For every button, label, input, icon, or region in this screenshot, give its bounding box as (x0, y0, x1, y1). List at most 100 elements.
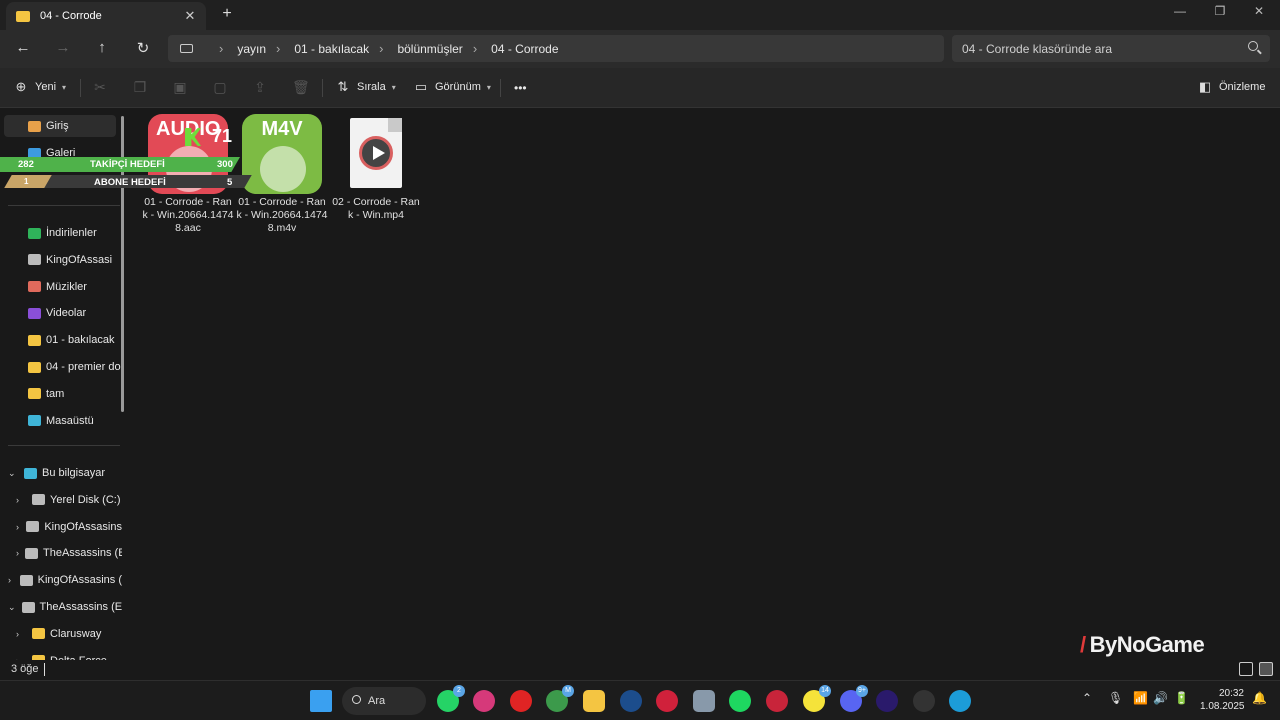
chevron-down-icon[interactable]: ⌄ (8, 602, 16, 613)
sidebar-item[interactable]: Giriş (4, 115, 116, 137)
snapchat-icon[interactable]: 14 (803, 685, 831, 712)
sidebar-item[interactable]: › KingOfAssasins ( (8, 569, 122, 591)
start-icon[interactable] (310, 690, 332, 712)
view-button[interactable]: ▭ Görünüm ▾ (414, 79, 491, 94)
file-item[interactable]: 02 - Corrode - Rank - Win.mp4 (330, 114, 422, 222)
back-button[interactable]: ← (13, 39, 33, 56)
search-icon (352, 695, 361, 704)
volume-icon[interactable]: 🔊 (1153, 691, 1168, 705)
cut-icon[interactable]: ✂ (92, 79, 108, 95)
obs-icon[interactable] (913, 690, 935, 712)
sidebar-item[interactable]: › Yerel Disk (C:) (16, 489, 122, 511)
file-explorer-icon[interactable] (583, 690, 605, 712)
new-button[interactable]: ⊕ Yeni ▾ (14, 79, 66, 94)
sort-icon: ⇅ (337, 79, 349, 94)
chevron-up-icon[interactable]: ⌃ (1082, 691, 1092, 705)
sidebar-item[interactable]: ›Delta Force (16, 650, 122, 660)
search-input[interactable]: 04 - Corrode klasöründe ara (952, 35, 1270, 62)
search-label: Ara (368, 695, 386, 707)
share-icon[interactable]: ⇪ (252, 79, 268, 95)
copy-icon[interactable]: ❐ (132, 79, 148, 95)
youtube-music-icon[interactable] (510, 690, 532, 712)
breadcrumb-item[interactable]: 01 - bakılacak (294, 42, 369, 56)
sidebar-item-label: KingOfAssasins (44, 520, 122, 533)
address-bar[interactable]: › yayın › 01 - bakılacak › bölünmüşler ›… (168, 35, 944, 62)
wifi-icon[interactable]: 📶 (1133, 691, 1148, 705)
sort-button[interactable]: ⇅ Sırala ▾ (336, 79, 396, 94)
chevron-right-icon[interactable]: › (16, 629, 26, 639)
sidebar-item[interactable]: › TheAssassins (E (16, 542, 122, 564)
chevron-down-icon[interactable]: ⌄ (8, 468, 18, 479)
forward-button[interactable]: → (53, 39, 73, 56)
chevron-right-icon[interactable]: › (16, 548, 19, 558)
details-view-button[interactable] (1239, 662, 1253, 676)
computer-icon (24, 467, 37, 479)
sidebar-item[interactable]: 04 - premier dos (28, 356, 122, 378)
breadcrumb-item[interactable]: 04 - Corrode (491, 42, 558, 56)
close-window-button[interactable]: ✕ (1249, 4, 1269, 18)
paste-icon[interactable]: ▣ (172, 79, 188, 95)
bynogame-watermark: / ByNoGame (1080, 632, 1205, 658)
command-bar: ⊕ Yeni ▾ ✂ ❐ ▣ ▢ ⇪ 🗑 ⇅ Sırala ▾ ▭ Görünü… (0, 68, 1280, 108)
divider (8, 445, 120, 446)
subscriber-current: 1 (24, 177, 29, 186)
media-encoder-icon[interactable] (876, 690, 898, 712)
close-tab-button[interactable]: ✕ (180, 8, 200, 24)
delete-icon[interactable]: 🗑 (292, 79, 310, 95)
chevron-right-icon[interactable]: › (8, 575, 14, 585)
sidebar-item[interactable]: › Clarusway (16, 623, 122, 645)
breadcrumb-item[interactable]: yayın (237, 42, 266, 56)
lastpass-icon[interactable] (766, 690, 788, 712)
battery-icon[interactable]: 🔋 (1174, 691, 1189, 705)
breadcrumb: › yayın › 01 - bakılacak › bölünmüşler ›… (209, 41, 559, 56)
notification-icon[interactable]: 🔔 (1252, 691, 1267, 705)
sidebar-item[interactable]: Masaüstü (28, 410, 122, 432)
clock[interactable]: 20:32 1.08.2025 (1200, 687, 1245, 713)
discord-icon[interactable]: 9+ (840, 685, 868, 712)
notification-badge: M (562, 685, 574, 697)
sidebar-item-label: Bu bilgisayar (42, 467, 105, 479)
taskbar-search[interactable]: Ara (342, 687, 426, 715)
preview-pane-button[interactable]: ◧ Önizleme (1198, 79, 1266, 94)
sidebar-item-label: Yerel Disk (C:) (50, 493, 121, 506)
rename-icon[interactable]: ▢ (212, 79, 228, 95)
chevron-right-icon[interactable]: › (16, 522, 20, 532)
sidebar-item[interactable]: KingOfAssasi📌 (28, 249, 122, 271)
sidebar-item[interactable]: ⌄ Bu bilgisayar (8, 462, 122, 484)
music-icon (28, 281, 41, 293)
sidebar-item[interactable]: tam (28, 383, 122, 405)
spotify-icon[interactable] (729, 690, 751, 712)
sidebar-item[interactable]: ⌄ TheAssassins (E:) (8, 596, 122, 618)
notification-badge: 2 (453, 685, 465, 697)
settings-icon[interactable] (693, 690, 715, 712)
sidebar-item-label: 04 - premier dos (46, 361, 122, 373)
instagram-icon[interactable] (473, 690, 495, 712)
sidebar-item[interactable]: › KingOfAssasins (16, 516, 122, 538)
refresh-button[interactable]: ↻ (133, 39, 153, 57)
sidebar-item[interactable]: Müzikler📌 (28, 276, 122, 298)
new-tab-button[interactable]: + (218, 5, 236, 23)
file-view: AUDIO 01 - Corrode - Rank - Win.20664.14… (130, 108, 1280, 660)
file-name: 01 - Corrode - Rank - Win.20664.14748.aa… (142, 196, 234, 234)
sidebar-item-label: Videolar (46, 307, 87, 320)
sidebar-item-label: KingOfAssasi (46, 253, 113, 266)
sidebar-item[interactable]: Videolar📌 (28, 302, 122, 324)
disney-plus-icon[interactable] (620, 690, 642, 712)
tab-04-corrode[interactable]: 04 - Corrode ✕ (6, 2, 206, 30)
opera-icon[interactable] (656, 690, 678, 712)
sidebar-item[interactable]: 01 - bakılacak (28, 329, 122, 351)
file-badge: M4V (261, 118, 303, 140)
more-options-button[interactable]: ••• (514, 81, 527, 95)
edge-icon[interactable] (949, 690, 971, 712)
chevron-down-icon: ▾ (486, 82, 491, 92)
minimize-button[interactable]: — (1170, 4, 1190, 18)
chrome-icon[interactable]: M (546, 685, 574, 712)
chevron-right-icon[interactable]: › (16, 495, 26, 505)
up-button[interactable]: ↑ (92, 39, 112, 56)
whatsapp-icon[interactable]: 2 (437, 685, 465, 712)
large-icons-view-button[interactable] (1259, 662, 1273, 676)
breadcrumb-item[interactable]: bölünmüşler (397, 42, 462, 56)
sidebar-item[interactable]: İndirilenler📌 (28, 222, 122, 244)
microphone-icon[interactable]: 🎙 (1108, 691, 1123, 705)
maximize-button[interactable]: ❐ (1210, 4, 1230, 18)
